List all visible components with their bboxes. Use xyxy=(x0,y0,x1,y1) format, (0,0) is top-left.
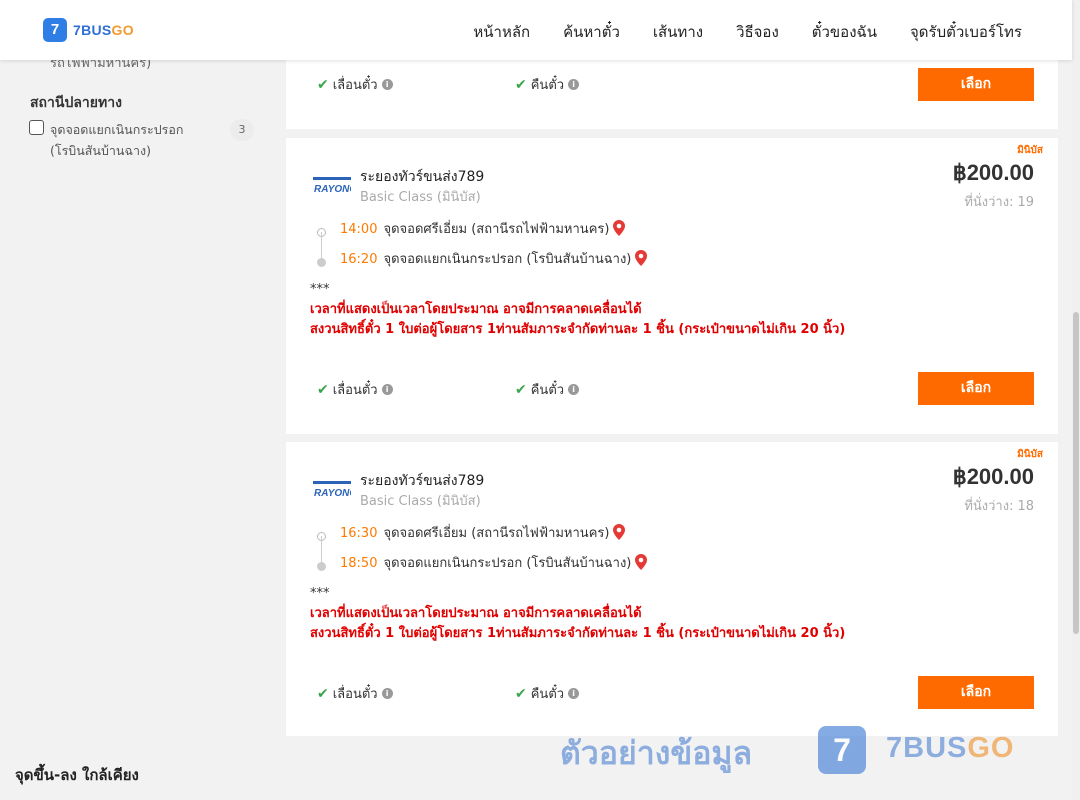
refund-policy: ✔ คืนตั๋ว i xyxy=(515,74,580,95)
main-nav: หน้าหลัก ค้นหาตั๋ว เส้นทาง วิธีจอง ตั๋วข… xyxy=(473,20,1022,44)
watermark-logo-icon: 7 xyxy=(818,726,866,774)
info-icon[interactable]: i xyxy=(381,79,393,90)
info-icon[interactable]: i xyxy=(568,79,580,90)
map-pin-icon[interactable] xyxy=(635,554,648,570)
warning-time: เวลาที่แสดงเป็นเวลาโดยประมาณ อาจมีการคลา… xyxy=(310,302,642,317)
departure-stop: 14:00 จุดจอดศรีเอี่ยม (สถานีรถไฟฟ้ามหานคร… xyxy=(340,218,626,239)
nav-how-to-book[interactable]: วิธีจอง xyxy=(736,20,779,44)
ticket-price: ฿200.00 xyxy=(952,464,1034,489)
site-logo[interactable]: 7 7BUSGO xyxy=(43,18,134,42)
check-icon: ✔ xyxy=(317,76,329,93)
top-header: 7 7BUSGO หน้าหลัก ค้นหาตั๋ว เส้นทาง วิธี… xyxy=(0,0,1072,60)
info-icon[interactable]: i xyxy=(568,384,580,395)
ticket-price: ฿200.00 xyxy=(952,160,1034,185)
arrival-stop: 18:50 จุดจอดแยกเนินกระปรอก (โรบินสันบ้านฉ… xyxy=(340,552,648,573)
operator-name: ระยองทัวร์ขนส่ง789 xyxy=(360,473,485,489)
nav-search-tickets[interactable]: ค้นหาตั๋ว xyxy=(563,20,620,44)
select-button[interactable]: เลือก xyxy=(918,68,1034,101)
nav-my-tickets[interactable]: ตั๋วของฉัน xyxy=(812,20,877,44)
filter-count-badge: 3 xyxy=(230,119,254,141)
bus-type-tag: มินิบัส xyxy=(1017,145,1043,156)
refund-label: คืนตั๋ว xyxy=(530,687,565,702)
available-seats: ที่นั่งว่าง: 19 xyxy=(964,195,1034,210)
available-seats: ที่นั่งว่าง: 18 xyxy=(964,499,1034,514)
check-icon: ✔ xyxy=(515,685,527,702)
map-pin-icon[interactable] xyxy=(613,220,626,236)
nav-ticket-pickup[interactable]: จุดรับตั๋วเบอร์โทร xyxy=(910,20,1022,44)
trip-card-partial: ✔ เลื่อนตั๋ว i ✔ คืนตั๋ว i เลือก xyxy=(286,56,1058,129)
svg-text:RAYONG: RAYONG xyxy=(314,488,351,499)
refund-policy: ✔ คืนตั๋ว i xyxy=(515,683,580,704)
page-scrollbar[interactable] xyxy=(1072,0,1080,800)
select-button[interactable]: เลือก xyxy=(918,372,1034,405)
route-timeline: 16:30 จุดจอดศรีเอี่ยม (สถานีรถไฟฟ้ามหานคร… xyxy=(316,522,776,582)
refund-label: คืนตั๋ว xyxy=(530,383,565,398)
info-icon[interactable]: i xyxy=(381,384,393,395)
trip-notes: *** เวลาที่แสดงเป็นเวลาโดยประมาณ อาจมีกา… xyxy=(310,584,845,644)
logo-mark-icon: 7 xyxy=(43,18,67,42)
reschedule-label: เลื่อนตั๋ว xyxy=(332,687,378,702)
trip-notes: *** เวลาที่แสดงเป็นเวลาโดยประมาณ อาจมีกา… xyxy=(310,280,845,340)
bus-class: Basic Class (มินิบัส) xyxy=(360,190,481,205)
destination-heading: สถานีปลายทาง xyxy=(30,95,122,111)
note-stars: *** xyxy=(310,282,330,297)
select-button[interactable]: เลือก xyxy=(918,676,1034,709)
svg-text:RAYONG: RAYONG xyxy=(314,184,351,195)
reschedule-policy: ✔ เลื่อนตั๋ว i xyxy=(317,379,393,400)
check-icon: ✔ xyxy=(317,381,329,398)
check-icon: ✔ xyxy=(515,76,527,93)
arrival-stop: 16:20 จุดจอดแยกเนินกระปรอก (โรบินสันบ้านฉ… xyxy=(340,248,648,269)
note-stars: *** xyxy=(310,586,330,601)
bus-class: Basic Class (มินิบัส) xyxy=(360,494,481,509)
refund-label: คืนตั๋ว xyxy=(530,78,565,93)
departure-stop: 16:30 จุดจอดศรีเอี่ยม (สถานีรถไฟฟ้ามหานคร… xyxy=(340,522,626,543)
nav-home[interactable]: หน้าหลัก xyxy=(473,20,530,44)
trip-card: มินิบัส RAYONG ระยองทัวร์ขนส่ง789 Basic … xyxy=(286,442,1058,736)
filter-checkbox[interactable] xyxy=(29,120,44,135)
watermark-text: ตัวอย่างข้อมูล xyxy=(560,734,753,772)
logo-wordmark: 7BUSGO xyxy=(73,22,134,38)
scrollbar-thumb[interactable] xyxy=(1073,312,1079,634)
reschedule-label: เลื่อนตั๋ว xyxy=(332,78,378,93)
warning-time: เวลาที่แสดงเป็นเวลาโดยประมาณ อาจมีการคลา… xyxy=(310,606,642,621)
check-icon: ✔ xyxy=(317,685,329,702)
reschedule-policy: ✔ เลื่อนตั๋ว i xyxy=(317,683,393,704)
map-pin-icon[interactable] xyxy=(635,250,648,266)
info-icon[interactable]: i xyxy=(381,688,393,699)
operator-logo: RAYONG xyxy=(313,177,351,195)
info-icon[interactable]: i xyxy=(568,688,580,699)
bus-type-tag: มินิบัส xyxy=(1017,449,1043,460)
destination-dot xyxy=(317,562,326,571)
nav-routes[interactable]: เส้นทาง xyxy=(653,20,703,44)
destination-dot xyxy=(317,258,326,267)
map-pin-icon[interactable] xyxy=(613,524,626,540)
warning-baggage: สงวนสิทธิ์ตั๋ว 1 ใบต่อผู้โดยสาร 1ท่านสัม… xyxy=(310,626,846,641)
watermark-brand: 7BUSGO xyxy=(886,732,1015,764)
warning-baggage: สงวนสิทธิ์ตั๋ว 1 ใบต่อผู้โดยสาร 1ท่านสัม… xyxy=(310,322,846,337)
operator-logo: RAYONG xyxy=(313,481,351,499)
route-timeline: 14:00 จุดจอดศรีเอี่ยม (สถานีรถไฟฟ้ามหานคร… xyxy=(316,218,776,278)
operator-name: ระยองทัวร์ขนส่ง789 xyxy=(360,169,485,185)
filter-label: จุดจอดแยกเนินกระปรอก (โรบินสันบ้านฉาง) xyxy=(50,122,184,158)
nearby-stops-heading: จุดขึ้น-ลง ใกล้เคียง xyxy=(15,766,139,784)
reschedule-label: เลื่อนตั๋ว xyxy=(332,383,378,398)
check-icon: ✔ xyxy=(515,381,527,398)
trip-card: มินิบัส RAYONG ระยองทัวร์ขนส่ง789 Basic … xyxy=(286,138,1058,434)
refund-policy: ✔ คืนตั๋ว i xyxy=(515,379,580,400)
reschedule-policy: ✔ เลื่อนตั๋ว i xyxy=(317,74,393,95)
